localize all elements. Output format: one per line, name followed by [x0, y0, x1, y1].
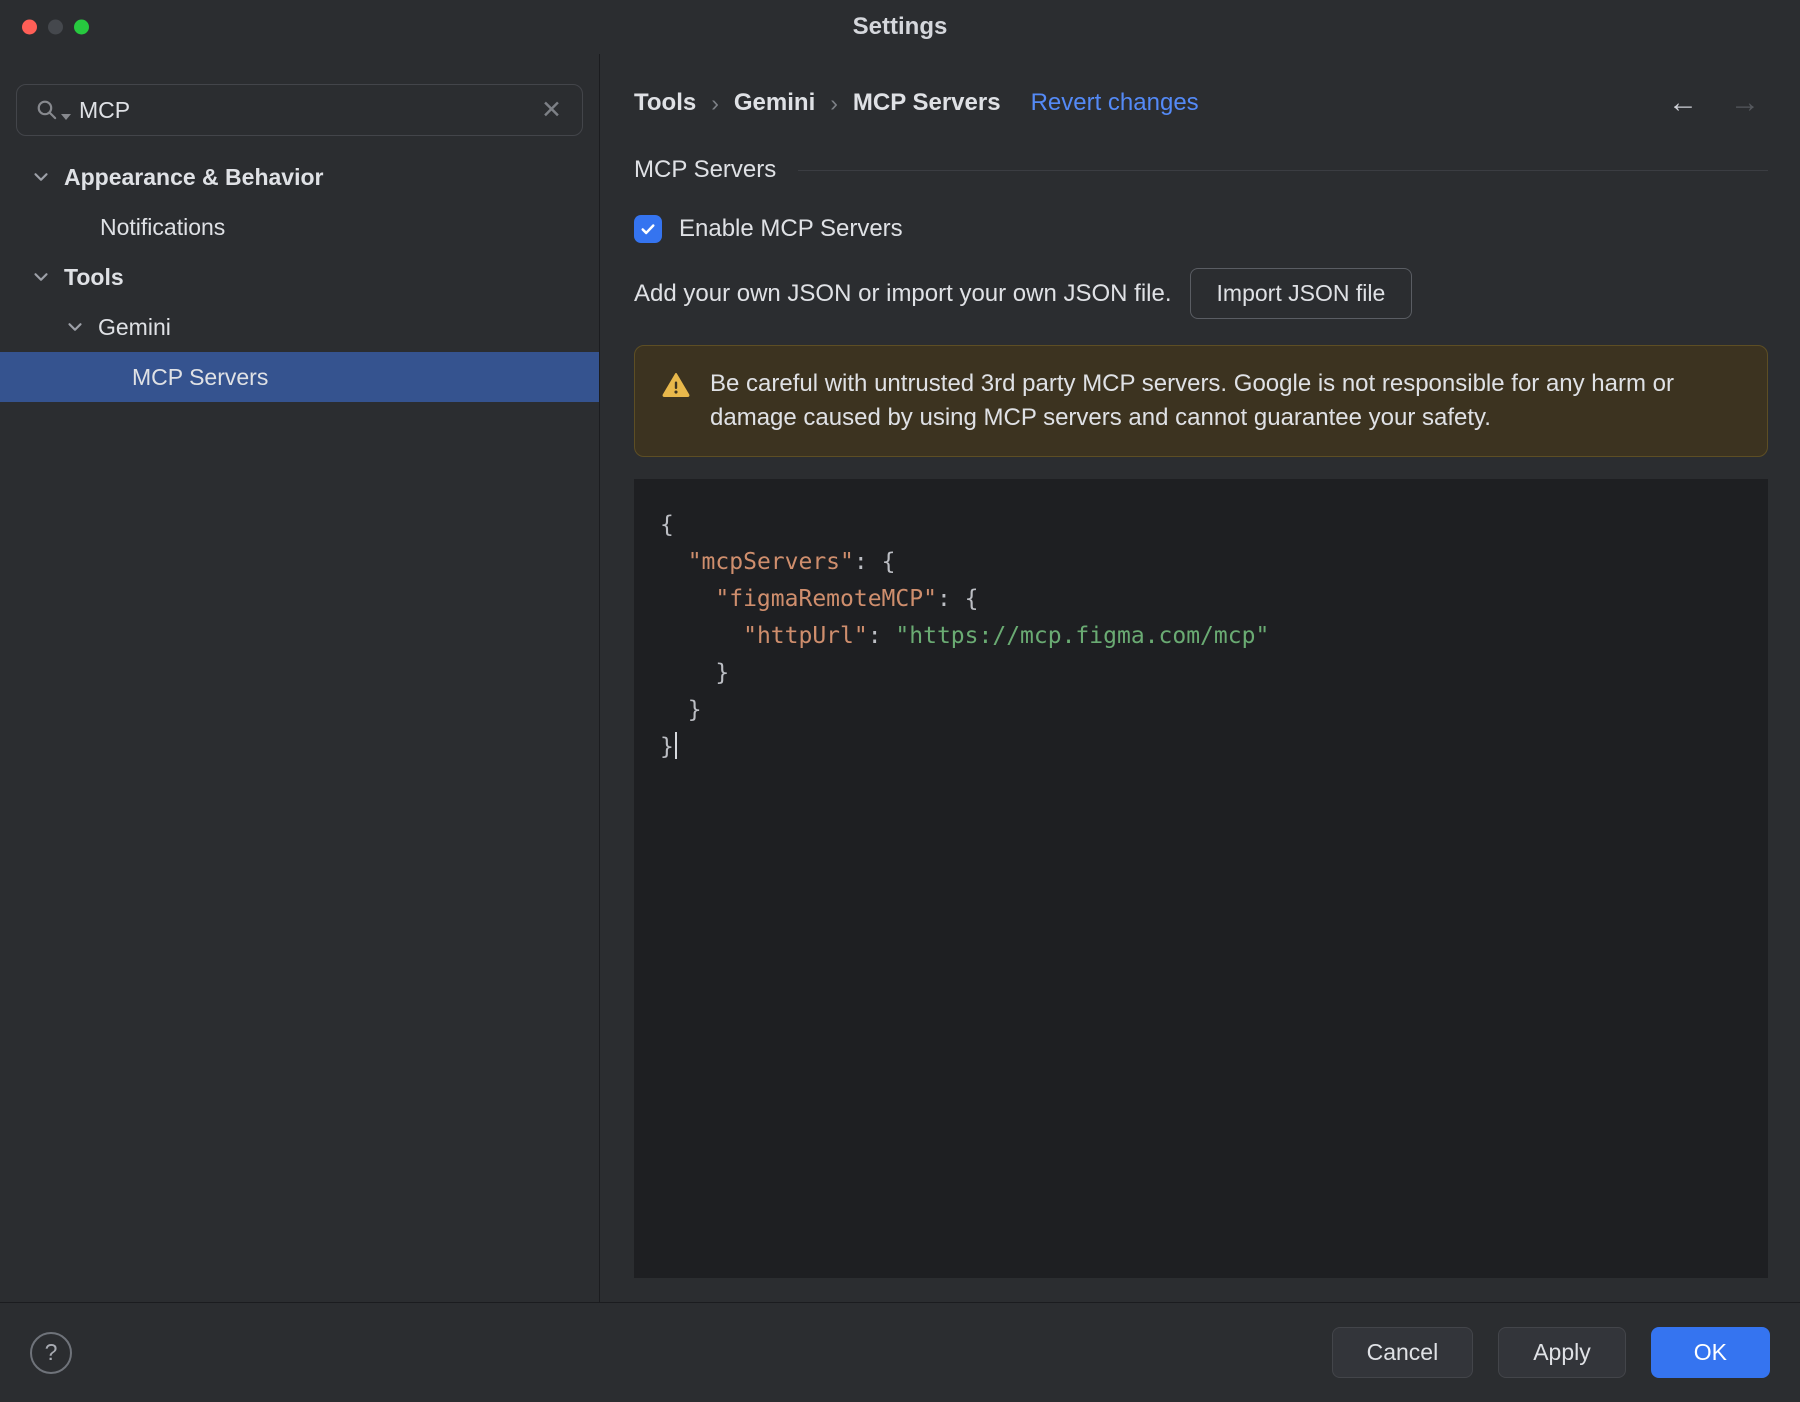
titlebar: Settings [0, 0, 1800, 54]
sidebar-item-tools[interactable]: Tools [0, 252, 599, 302]
breadcrumb-row: Tools › Gemini › MCP Servers Revert chan… [634, 86, 1768, 120]
window-controls [22, 19, 89, 35]
settings-panel: Tools › Gemini › MCP Servers Revert chan… [600, 54, 1800, 1302]
enable-mcp-servers-checkbox[interactable] [634, 215, 662, 243]
sidebar-item-gemini[interactable]: Gemini [0, 302, 599, 352]
mcp-json-editor[interactable]: { "mcpServers": { "figmaRemoteMCP": { "h… [634, 479, 1768, 1278]
ok-button[interactable]: OK [1650, 1327, 1770, 1378]
sidebar-item-notifications[interactable]: Notifications [0, 202, 599, 252]
sidebar-item-mcp-servers[interactable]: MCP Servers [0, 352, 599, 402]
text-cursor [674, 732, 677, 760]
section-divider [798, 169, 1768, 171]
section-header: MCP Servers [634, 154, 1768, 186]
dialog-actions: Cancel Apply OK [1331, 1327, 1770, 1378]
warning-banner: Be careful with untrusted 3rd party MCP … [634, 345, 1768, 458]
dialog-footer: ? Cancel Apply OK [0, 1302, 1800, 1402]
warning-icon [662, 373, 690, 397]
minimize-window-button [48, 19, 63, 35]
search-icon [35, 98, 71, 122]
import-json-button[interactable]: Import JSON file [1189, 268, 1413, 319]
close-window-button[interactable] [22, 19, 37, 35]
breadcrumb-separator-icon: › [830, 89, 838, 116]
search-input[interactable] [79, 96, 532, 124]
sidebar-item-label: MCP Servers [132, 363, 269, 390]
breadcrumb-tools[interactable]: Tools [634, 89, 696, 117]
breadcrumb-mcp-servers: MCP Servers [852, 89, 1001, 116]
chevron-down-icon[interactable] [64, 316, 86, 338]
section-title: MCP Servers [634, 156, 777, 183]
window-title: Settings [852, 13, 948, 40]
add-json-text: Add your own JSON or import your own JSO… [634, 279, 1172, 307]
code-line: "figmaRemoteMCP": { [715, 586, 979, 613]
forward-icon: → [1730, 86, 1760, 119]
settings-search-box[interactable]: ✕ [16, 84, 583, 136]
sidebar-item-label: Notifications [100, 213, 226, 240]
breadcrumb-gemini[interactable]: Gemini [734, 89, 815, 117]
settings-tree: Appearance & Behavior Notifications Tool… [0, 152, 599, 402]
warning-text: Be careful with untrusted 3rd party MCP … [710, 370, 1674, 432]
back-icon[interactable]: ← [1668, 86, 1698, 120]
code-line: "mcpServers": { [687, 549, 896, 576]
sidebar-item-appearance-behavior[interactable]: Appearance & Behavior [0, 152, 599, 202]
code-line: { [660, 512, 674, 539]
breadcrumb-separator-icon: › [711, 89, 719, 116]
zoom-window-button[interactable] [74, 19, 89, 35]
code-line: } [660, 660, 730, 687]
cancel-button[interactable]: Cancel [1331, 1327, 1474, 1378]
chevron-down-icon[interactable] [30, 166, 52, 188]
add-json-row: Add your own JSON or import your own JSO… [634, 268, 1768, 319]
settings-sidebar: ✕ Appearance & Behavior Notifications To [0, 54, 600, 1302]
code-line: } [660, 729, 1742, 766]
enable-mcp-servers-label: Enable MCP Servers [679, 215, 903, 242]
help-icon: ? [44, 1339, 58, 1365]
apply-button[interactable]: Apply [1498, 1327, 1626, 1378]
sidebar-item-label: Appearance & Behavior [64, 163, 324, 190]
breadcrumb: Tools › Gemini › MCP Servers Revert chan… [634, 89, 1199, 117]
help-button[interactable]: ? [30, 1331, 72, 1374]
history-navigation: ← → [1668, 86, 1768, 120]
settings-main: ✕ Appearance & Behavior Notifications To [0, 54, 1800, 1302]
enable-mcp-servers-row[interactable]: Enable MCP Servers [634, 212, 1768, 246]
check-icon [641, 224, 655, 235]
clear-search-icon[interactable]: ✕ [539, 97, 564, 123]
chevron-down-icon[interactable] [30, 266, 52, 288]
search-options-chevron-icon[interactable] [61, 114, 71, 120]
revert-changes-link[interactable]: Revert changes [1031, 89, 1199, 117]
code-line: "httpUrl": "https://mcp.figma.com/mcp" [743, 623, 1270, 650]
code-line: } [660, 697, 702, 724]
sidebar-item-label: Tools [64, 263, 124, 290]
settings-window: Settings ✕ Appear [0, 0, 1800, 1402]
sidebar-item-label: Gemini [98, 313, 171, 340]
